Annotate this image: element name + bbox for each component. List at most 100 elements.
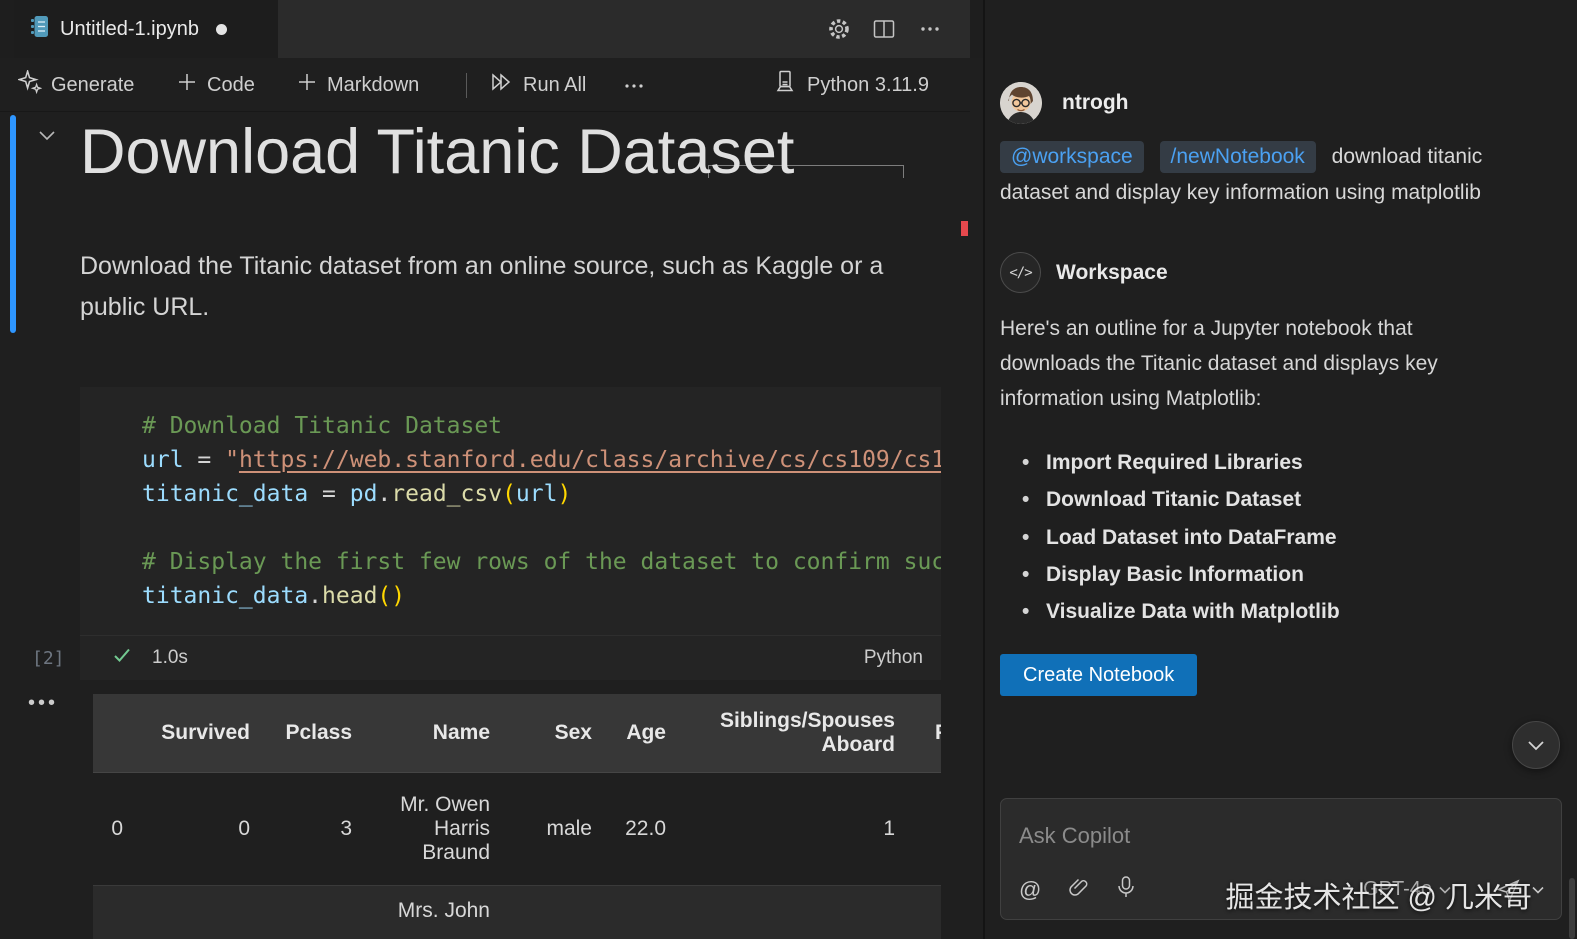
code-cell[interactable]: # Download Titanic Dataseturl = "https:/… bbox=[80, 387, 941, 680]
modified-marker bbox=[961, 221, 968, 236]
panel-scrollbar[interactable] bbox=[1569, 878, 1575, 939]
output-table: SurvivedPclassNameSexAgeSiblings/Spouses… bbox=[93, 694, 941, 939]
plus-icon bbox=[176, 71, 198, 99]
cell-more-button[interactable]: ••• bbox=[28, 692, 58, 715]
add-markdown-button[interactable]: Markdown bbox=[296, 58, 419, 112]
workspace-pill[interactable]: @workspace bbox=[1000, 141, 1144, 173]
markdown-paragraph: Download the Titanic dataset from an onl… bbox=[80, 246, 900, 328]
tab-title: Untitled-1.ipynb bbox=[60, 18, 199, 41]
agent-glyph: </> bbox=[1009, 265, 1031, 281]
user-message: @workspace /newNotebook download titanic… bbox=[1000, 139, 1552, 211]
agent-name: Workspace bbox=[1056, 261, 1168, 285]
kernel-icon bbox=[772, 69, 798, 101]
generate-label: Generate bbox=[51, 74, 134, 97]
cell-status-bar: 1.0s Python bbox=[80, 635, 941, 680]
table-cell: 22.0 bbox=[592, 772, 666, 885]
code-lines[interactable]: # Download Titanic Dataseturl = "https:/… bbox=[80, 387, 941, 635]
outline-item: Visualize Data with Matplotlib bbox=[1022, 593, 1522, 630]
table-cell bbox=[93, 885, 123, 939]
add-code-label: Code bbox=[207, 74, 255, 97]
vscode-window: Untitled-1.ipynb bbox=[0, 0, 1577, 939]
table-cell bbox=[490, 885, 592, 939]
copilot-chat-panel: ntrogh @workspace /newNotebook download … bbox=[985, 0, 1577, 939]
toolbar-more-button[interactable] bbox=[622, 58, 646, 112]
generate-button[interactable]: Generate bbox=[18, 58, 134, 112]
output-table-head: SurvivedPclassNameSexAgeSiblings/Spouses… bbox=[93, 694, 941, 772]
editor-tab[interactable]: Untitled-1.ipynb bbox=[14, 0, 278, 58]
table-cell bbox=[895, 772, 941, 885]
add-markdown-label: Markdown bbox=[327, 74, 419, 97]
output-table-header: Pclass bbox=[250, 694, 352, 772]
notebook-file-icon bbox=[30, 15, 49, 43]
outline-item: Load Dataset into DataFrame bbox=[1022, 519, 1522, 556]
table-row: 003Mr. Owen Harris Braundmale22.01 bbox=[93, 772, 941, 885]
kernel-label: Python 3.11.9 bbox=[807, 74, 929, 97]
attach-icon[interactable] bbox=[1068, 876, 1089, 904]
output-table-header: Survived bbox=[123, 694, 250, 772]
new-notebook-pill[interactable]: /newNotebook bbox=[1160, 141, 1316, 173]
notebook-toolbar: Generate Code Markdown Run All bbox=[0, 58, 970, 112]
output-table-header: Pa bbox=[895, 694, 941, 772]
table-cell bbox=[592, 885, 666, 939]
toolbar-divider bbox=[466, 73, 467, 98]
chevron-down-icon[interactable] bbox=[34, 122, 60, 153]
plus-icon bbox=[296, 71, 318, 99]
cell-language[interactable]: Python bbox=[864, 647, 923, 669]
sparkle-icon bbox=[18, 70, 42, 100]
table-cell bbox=[250, 885, 352, 939]
output-table-header: Age bbox=[592, 694, 666, 772]
success-check-icon bbox=[112, 645, 132, 671]
output-table-header-row: SurvivedPclassNameSexAgeSiblings/Spouses… bbox=[93, 694, 941, 772]
split-editor-icon[interactable] bbox=[869, 14, 899, 44]
execution-count: [2] bbox=[32, 648, 65, 669]
code-line: titanic_data = pd.read_csv(url) bbox=[142, 477, 941, 511]
unsaved-indicator[interactable] bbox=[216, 24, 227, 35]
outline-list: Import Required LibrariesDownload Titani… bbox=[1022, 444, 1522, 630]
code-line: # Display the first few rows of the data… bbox=[142, 545, 941, 579]
chevron-down-icon bbox=[1531, 883, 1545, 897]
create-notebook-button[interactable]: Create Notebook bbox=[1000, 654, 1197, 696]
code-line: titanic_data.head() bbox=[142, 579, 941, 613]
add-code-button[interactable]: Code bbox=[176, 58, 255, 112]
kernel-picker[interactable]: Python 3.11.9 bbox=[772, 58, 929, 112]
markdown-heading: Download Titanic Dataset bbox=[80, 116, 940, 188]
tab-strip bbox=[278, 0, 970, 58]
table-cell: 0 bbox=[123, 772, 250, 885]
chat-input-placeholder: Ask Copilot bbox=[1019, 823, 1130, 849]
cell-focus-bar bbox=[10, 115, 16, 333]
table-cell bbox=[666, 885, 895, 939]
run-all-button[interactable]: Run All bbox=[488, 58, 586, 112]
output-table-header bbox=[93, 694, 123, 772]
outline-item: Display Basic Information bbox=[1022, 556, 1522, 593]
mic-icon[interactable] bbox=[1116, 875, 1136, 904]
table-row: Mrs. John bbox=[93, 885, 941, 939]
more-actions-icon[interactable] bbox=[915, 14, 945, 44]
cell-duration: 1.0s bbox=[152, 647, 188, 669]
table-cell: 0 bbox=[93, 772, 123, 885]
avatar bbox=[1000, 82, 1042, 124]
outline-item: Download Titanic Dataset bbox=[1022, 481, 1522, 518]
scroll-down-button[interactable] bbox=[1512, 721, 1560, 769]
output-table-header: Sex bbox=[490, 694, 592, 772]
code-line: # Download Titanic Dataset bbox=[142, 409, 941, 443]
code-line bbox=[142, 511, 941, 545]
output-area: SurvivedPclassNameSexAgeSiblings/Spouses… bbox=[93, 694, 941, 939]
mention-icon[interactable]: @ bbox=[1019, 877, 1041, 903]
table-cell: Mrs. John bbox=[352, 885, 490, 939]
table-cell: 1 bbox=[666, 772, 895, 885]
run-all-label: Run All bbox=[523, 74, 586, 97]
table-cell bbox=[895, 885, 941, 939]
table-cell: male bbox=[490, 772, 592, 885]
table-cell bbox=[123, 885, 250, 939]
table-cell: Mr. Owen Harris Braund bbox=[352, 772, 490, 885]
watermark: 掘金技术社区 @ 几米哥 bbox=[1225, 874, 1532, 916]
table-cell: 3 bbox=[250, 772, 352, 885]
output-table-body: 003Mr. Owen Harris Braundmale22.01Mrs. J… bbox=[93, 772, 941, 939]
gear-icon[interactable] bbox=[824, 14, 854, 44]
run-all-icon bbox=[488, 69, 514, 101]
chat-username: ntrogh bbox=[1062, 91, 1128, 115]
outline-item: Import Required Libraries bbox=[1022, 444, 1522, 481]
output-table-header: Siblings/Spouses Aboard bbox=[666, 694, 895, 772]
output-table-header: Name bbox=[352, 694, 490, 772]
code-line: url = "https://web.stanford.edu/class/ar… bbox=[142, 443, 941, 477]
